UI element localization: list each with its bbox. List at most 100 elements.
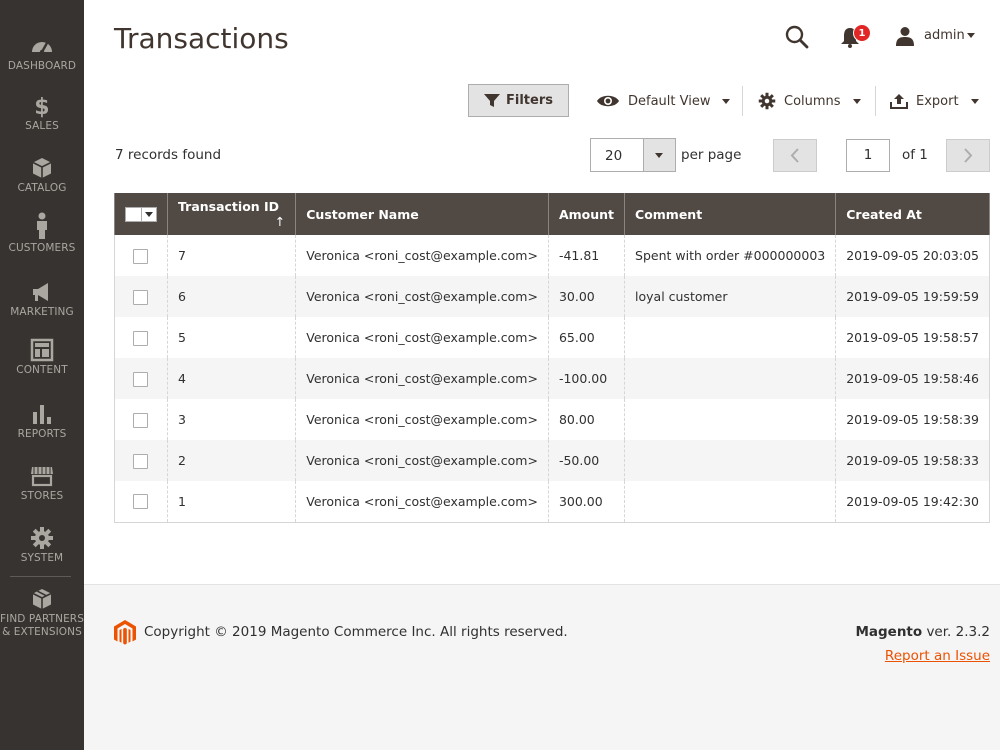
- nav-stores[interactable]: STORES: [0, 464, 84, 503]
- svg-text:$: $: [34, 95, 49, 118]
- row-checkbox[interactable]: [133, 371, 148, 387]
- storefront-icon: [31, 467, 53, 487]
- per-page-select[interactable]: 20: [590, 138, 676, 172]
- column-label: Transaction ID: [178, 199, 280, 214]
- column-header-created-at[interactable]: Created At: [835, 193, 990, 235]
- cell-comment: loyal customer: [624, 276, 837, 317]
- nav-system-label: SYSTEM: [20, 552, 64, 564]
- row-checkbox[interactable]: [133, 289, 148, 305]
- nav-marketing[interactable]: MARKETING: [0, 280, 84, 319]
- nav-reports[interactable]: REPORTS: [0, 402, 84, 441]
- box-icon: [32, 589, 52, 609]
- user-menu[interactable]: admin: [924, 28, 965, 43]
- nav-system[interactable]: SYSTEM: [0, 526, 84, 565]
- chevron-down-icon: [970, 98, 979, 104]
- mass-select-dropdown[interactable]: [125, 207, 157, 222]
- cell-amount: 300.00: [547, 481, 626, 523]
- version-info: Magento ver. 2.3.2: [855, 624, 990, 640]
- nav-dashboard[interactable]: DASHBOARD: [0, 34, 84, 73]
- filters-button[interactable]: Filters: [468, 84, 569, 117]
- nav-customers[interactable]: CUSTOMERS: [0, 212, 84, 255]
- brand-name: Magento: [855, 624, 923, 640]
- next-page-button[interactable]: [946, 139, 990, 172]
- table-row[interactable]: 2 Veronica <roni_cost@example.com> -50.0…: [114, 440, 990, 481]
- notification-badge[interactable]: 1: [853, 24, 871, 42]
- nav-marketing-label: MARKETING: [10, 306, 74, 318]
- dashboard-icon: [32, 42, 52, 55]
- cell-created: 2019-09-05 19:58:57: [835, 317, 990, 358]
- row-checkbox[interactable]: [133, 494, 148, 510]
- column-header-customer-name[interactable]: Customer Name: [295, 193, 549, 235]
- column-header-amount[interactable]: Amount: [547, 193, 626, 235]
- nav-divider: [10, 576, 71, 577]
- export-dropdown[interactable]: Export: [890, 90, 979, 112]
- transactions-grid: Transaction ID ↑ Customer Name Amount Com…: [114, 193, 990, 523]
- page-title: Transactions: [114, 22, 289, 55]
- records-count: 7 records found: [115, 147, 222, 163]
- megaphone-icon: [33, 283, 48, 301]
- cell-comment: [624, 440, 837, 481]
- cell-amount: 80.00: [547, 399, 626, 440]
- page-number-input[interactable]: 1: [846, 139, 890, 172]
- column-header-comment[interactable]: Comment: [624, 193, 837, 235]
- table-row[interactable]: 7 Veronica <roni_cost@example.com> -41.8…: [114, 235, 990, 276]
- column-label: Comment: [635, 206, 703, 222]
- chevron-down-icon[interactable]: [967, 33, 975, 38]
- table-row[interactable]: 4 Veronica <roni_cost@example.com> -100.…: [114, 358, 990, 399]
- filters-label: Filters: [506, 93, 553, 108]
- user-icon[interactable]: [895, 26, 915, 46]
- cell-id: 4: [166, 358, 297, 399]
- sort-arrow-icon: ↑: [274, 214, 286, 229]
- row-checkbox[interactable]: [133, 412, 148, 428]
- page-footer: Copyright © 2019 Magento Commerce Inc. A…: [84, 584, 1000, 750]
- table-row[interactable]: 3 Veronica <roni_cost@example.com> 80.00…: [114, 399, 990, 440]
- cell-amount: 30.00: [547, 276, 626, 317]
- cell-id: 2: [166, 440, 297, 481]
- columns-label: Columns: [784, 93, 841, 109]
- nav-content[interactable]: CONTENT: [0, 338, 84, 377]
- per-page-label: per page: [681, 147, 742, 163]
- nav-catalog[interactable]: CATALOG: [0, 156, 84, 195]
- filter-icon: [484, 93, 500, 107]
- column-header-transaction-id[interactable]: Transaction ID ↑: [166, 193, 297, 235]
- cell-comment: [624, 317, 837, 358]
- gear-icon: [758, 92, 776, 110]
- mass-select-header[interactable]: [114, 193, 168, 235]
- prev-page-button[interactable]: [773, 139, 817, 172]
- chevron-left-icon: [790, 148, 799, 163]
- cell-id: 3: [166, 399, 297, 440]
- cell-id: 1: [166, 481, 297, 523]
- report-issue-link[interactable]: Report an Issue: [885, 648, 990, 664]
- row-checkbox[interactable]: [133, 248, 148, 264]
- default-view-label: Default View: [628, 93, 711, 109]
- cell-created: 2019-09-05 19:58:39: [835, 399, 990, 440]
- cell-id: 5: [166, 317, 297, 358]
- nav-sales[interactable]: $ SALES: [0, 94, 84, 133]
- cell-amount: 65.00: [547, 317, 626, 358]
- chevron-down-icon: [852, 98, 861, 104]
- nav-find-partners[interactable]: FIND PARTNERS & EXTENSIONS: [0, 587, 84, 639]
- columns-dropdown[interactable]: Columns: [758, 90, 861, 112]
- row-checkbox[interactable]: [133, 453, 148, 469]
- cell-created: 2019-09-05 19:42:30: [835, 481, 990, 523]
- cell-amount: -100.00: [547, 358, 626, 399]
- cell-customer: Veronica <roni_cost@example.com>: [295, 358, 549, 399]
- table-row[interactable]: 5 Veronica <roni_cost@example.com> 65.00…: [114, 317, 990, 358]
- cell-customer: Veronica <roni_cost@example.com>: [295, 481, 549, 523]
- cell-amount: -50.00: [547, 440, 626, 481]
- cell-created: 2019-09-05 20:03:05: [835, 235, 990, 276]
- nav-find-partners-label-2: & EXTENSIONS: [2, 626, 82, 638]
- upload-icon: [890, 94, 908, 109]
- column-label: Customer Name: [306, 206, 419, 222]
- gear-icon: [31, 527, 53, 549]
- nav-customers-label: CUSTOMERS: [8, 242, 76, 254]
- search-icon[interactable]: [784, 24, 810, 50]
- per-page-toggle[interactable]: [643, 139, 675, 171]
- table-row[interactable]: 6 Veronica <roni_cost@example.com> 30.00…: [114, 276, 990, 317]
- cell-comment: [624, 358, 837, 399]
- export-label: Export: [916, 93, 959, 109]
- row-checkbox[interactable]: [133, 330, 148, 346]
- grid-header-row: Transaction ID ↑ Customer Name Amount Com…: [114, 193, 990, 235]
- table-row[interactable]: 1 Veronica <roni_cost@example.com> 300.0…: [114, 481, 990, 523]
- default-view-dropdown[interactable]: Default View: [596, 90, 731, 112]
